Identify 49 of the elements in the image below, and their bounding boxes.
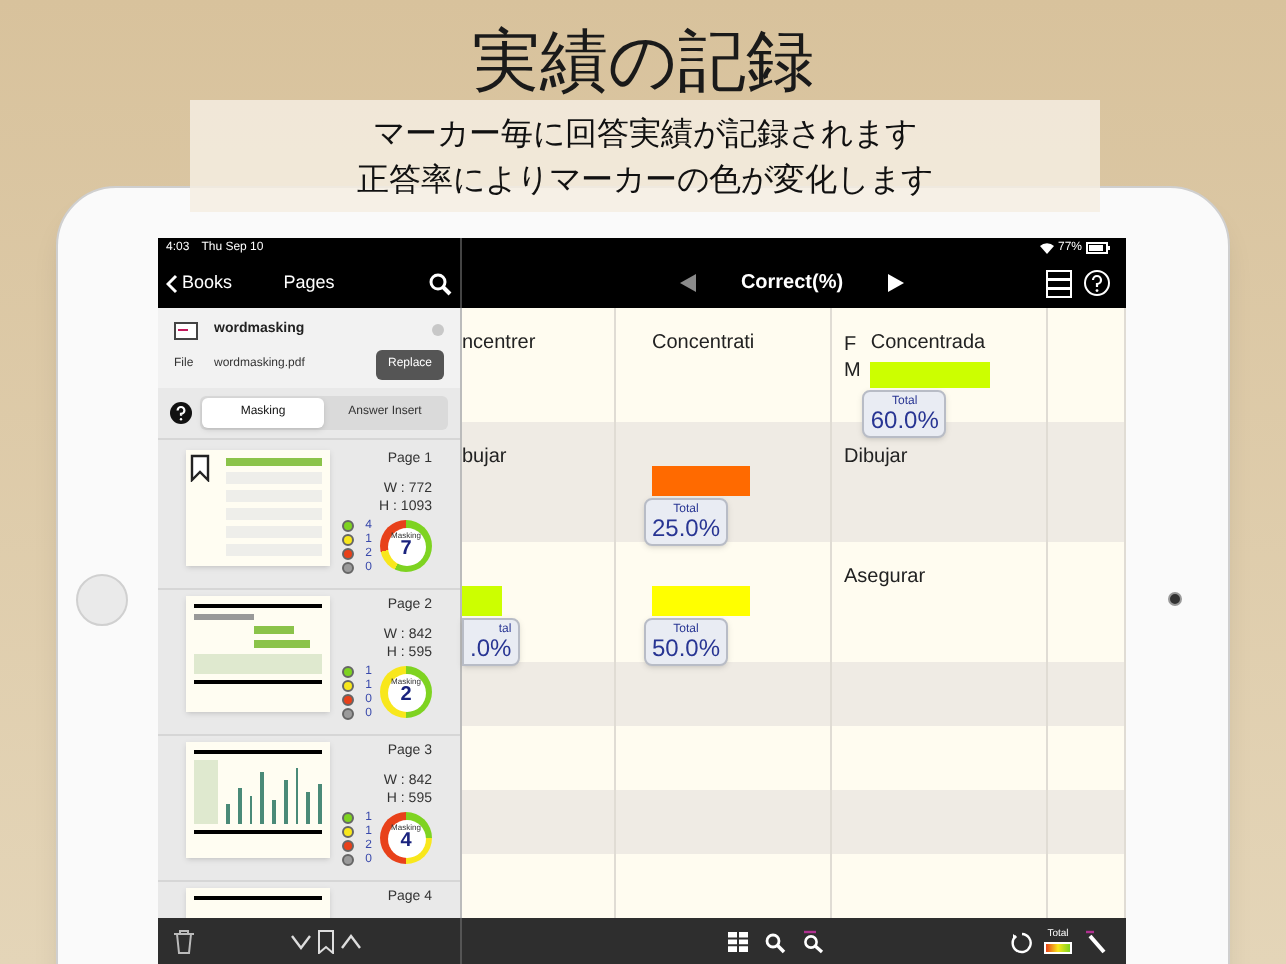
grid-icon[interactable]	[728, 932, 748, 952]
total-value: 25.0%	[652, 516, 721, 540]
pen-icon[interactable]	[1084, 930, 1106, 954]
caption-line: マーカー毎に回答実績が記録されます	[373, 113, 917, 153]
previous-arrow-icon[interactable]	[680, 274, 697, 292]
answer-marker[interactable]	[652, 586, 750, 616]
answer-marker[interactable]	[462, 586, 502, 616]
search-icon[interactable]	[428, 271, 452, 295]
document-icon	[174, 321, 198, 340]
table-cell-text: Concentrati	[652, 330, 755, 358]
wifi-icon	[1039, 242, 1054, 254]
help-icon[interactable]	[1084, 270, 1110, 296]
table-cell-text: Concentrada	[870, 330, 988, 358]
help-icon[interactable]	[170, 401, 192, 423]
headline: 実績の記録	[472, 20, 814, 106]
next-arrow-icon[interactable]	[887, 274, 904, 292]
masking-count: 2	[400, 686, 412, 706]
list-icon[interactable]	[1046, 269, 1072, 297]
total-value: 60.0%	[870, 408, 939, 432]
back-button[interactable]: Books	[166, 269, 246, 297]
answer-marker[interactable]	[870, 362, 991, 388]
field-letter: F	[844, 332, 859, 358]
masking-count: 4	[400, 832, 412, 852]
answer-marker[interactable]	[652, 466, 750, 496]
total-value: 50.0%	[652, 636, 721, 660]
battery-icon	[1086, 242, 1110, 254]
table-cell-text: Dibujar	[844, 444, 908, 472]
table-cell-text: bujar	[462, 444, 507, 472]
camera-icon	[1168, 592, 1182, 606]
chevron-left-icon	[166, 273, 178, 293]
table-cell-text: ncentrer	[462, 330, 536, 358]
chevron-up-icon[interactable]	[339, 934, 361, 950]
total-value: .0%	[470, 636, 512, 660]
header-title: Correct(%)	[740, 270, 844, 298]
search-icon[interactable]	[764, 931, 786, 953]
page-thumbnail[interactable]	[186, 449, 330, 565]
bookmark-icon[interactable]	[317, 930, 333, 954]
masking-count: 7	[400, 540, 412, 560]
bookmark-icon	[190, 453, 210, 481]
sidebar-title: Pages	[283, 269, 335, 296]
caption-line: 正答率によりマーカーの色が変化します	[357, 159, 933, 199]
rotate-icon[interactable]	[1010, 931, 1032, 953]
table-cell-text: Asegurar	[844, 564, 926, 592]
page-thumbnail[interactable]	[186, 595, 330, 711]
chevron-down-icon[interactable]	[289, 934, 311, 950]
marker-search-icon[interactable]	[802, 930, 824, 954]
trash-icon[interactable]	[174, 930, 194, 954]
field-letter: M	[844, 358, 861, 384]
page-thumbnail[interactable]	[186, 741, 330, 857]
